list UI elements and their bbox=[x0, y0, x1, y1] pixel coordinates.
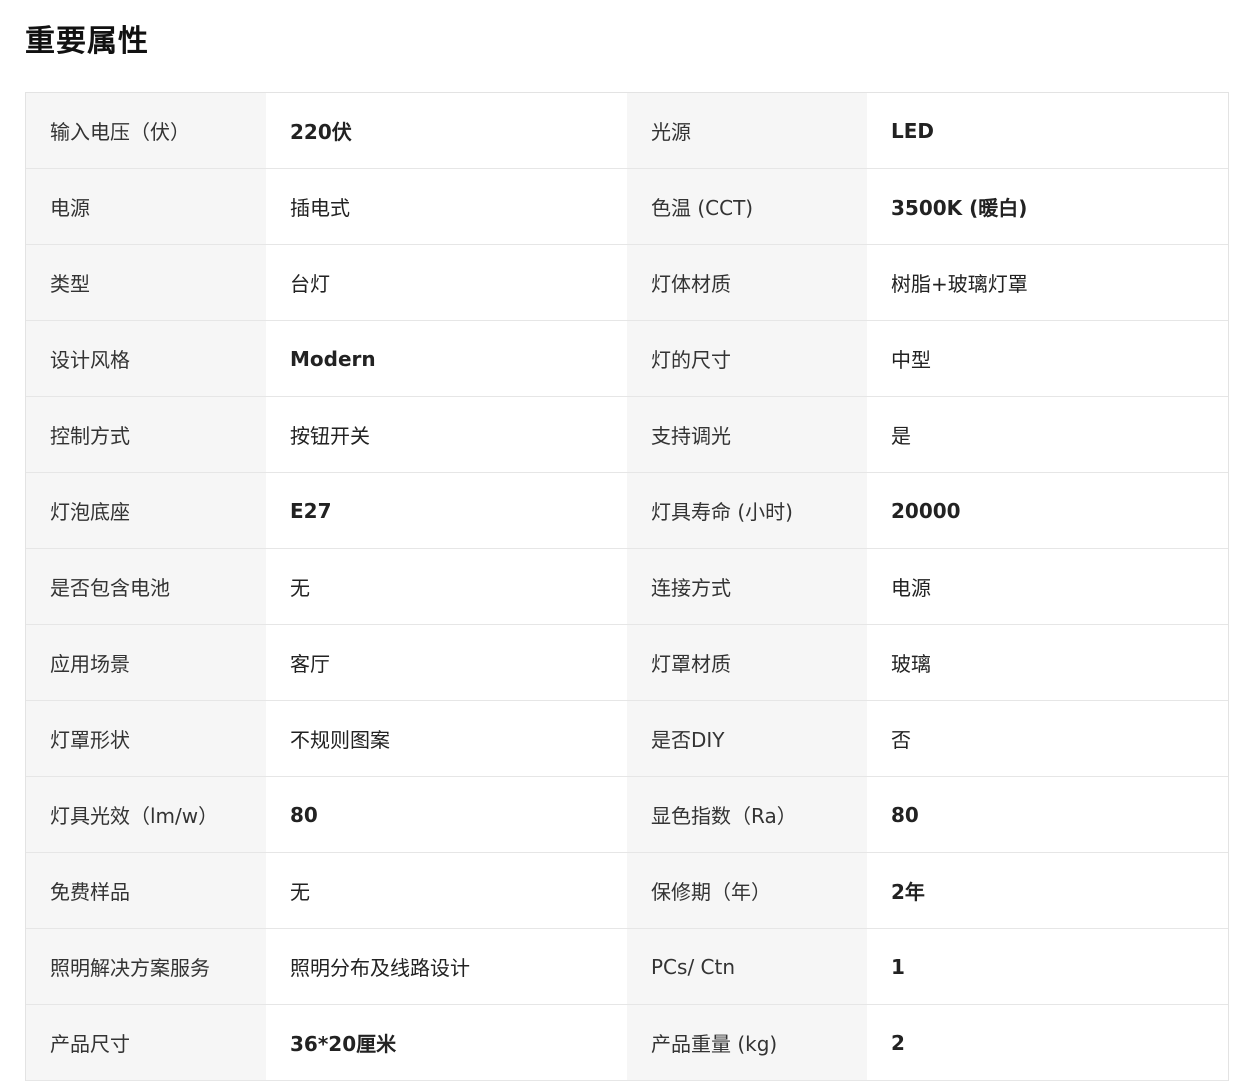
attr-label: 灯泡底座 bbox=[26, 473, 266, 548]
attr-label: 显色指数（Ra） bbox=[627, 777, 867, 852]
attr-value: 20000 bbox=[867, 473, 1228, 548]
attributes-table: 输入电压（伏） 220伏 光源 LED 电源 插电式 色温 (CCT) 3500… bbox=[25, 92, 1229, 1081]
attr-label: 灯体材质 bbox=[627, 245, 867, 320]
attr-label: 免费样品 bbox=[26, 853, 266, 928]
attr-label: 灯具光效（lm/w） bbox=[26, 777, 266, 852]
attr-label: 灯具寿命 (小时) bbox=[627, 473, 867, 548]
attr-value: 是 bbox=[867, 397, 1228, 472]
attr-value: 1 bbox=[867, 929, 1228, 1004]
attr-value: 树脂+玻璃灯罩 bbox=[867, 245, 1228, 320]
table-row: 输入电压（伏） 220伏 光源 LED bbox=[26, 93, 1228, 169]
attr-label: 产品重量 (kg) bbox=[627, 1005, 867, 1080]
table-row: 设计风格 Modern 灯的尺寸 中型 bbox=[26, 321, 1228, 397]
attr-value: 照明分布及线路设计 bbox=[266, 929, 627, 1004]
table-row: 电源 插电式 色温 (CCT) 3500K (暖白) bbox=[26, 169, 1228, 245]
attr-value: 否 bbox=[867, 701, 1228, 776]
attr-value: 客厅 bbox=[266, 625, 627, 700]
attr-label: 灯的尺寸 bbox=[627, 321, 867, 396]
attr-value: 80 bbox=[867, 777, 1228, 852]
attr-value: LED bbox=[867, 93, 1228, 168]
attr-value: 2 bbox=[867, 1005, 1228, 1080]
attr-value: 按钮开关 bbox=[266, 397, 627, 472]
attr-label: 支持调光 bbox=[627, 397, 867, 472]
attr-label: 连接方式 bbox=[627, 549, 867, 624]
attr-value: 玻璃 bbox=[867, 625, 1228, 700]
attr-value: 中型 bbox=[867, 321, 1228, 396]
table-row: 灯泡底座 E27 灯具寿命 (小时) 20000 bbox=[26, 473, 1228, 549]
attr-label: 电源 bbox=[26, 169, 266, 244]
attr-label: 设计风格 bbox=[26, 321, 266, 396]
attr-value: 3500K (暖白) bbox=[867, 169, 1228, 244]
attr-value: E27 bbox=[266, 473, 627, 548]
attr-value: 36*20厘米 bbox=[266, 1005, 627, 1080]
attr-label: 灯罩材质 bbox=[627, 625, 867, 700]
attr-label: 是否包含电池 bbox=[26, 549, 266, 624]
table-row: 应用场景 客厅 灯罩材质 玻璃 bbox=[26, 625, 1228, 701]
attr-label: 产品尺寸 bbox=[26, 1005, 266, 1080]
attr-label: 光源 bbox=[627, 93, 867, 168]
attr-label: 是否DIY bbox=[627, 701, 867, 776]
table-row: 灯罩形状 不规则图案 是否DIY 否 bbox=[26, 701, 1228, 777]
table-row: 产品尺寸 36*20厘米 产品重量 (kg) 2 bbox=[26, 1005, 1228, 1081]
attr-label: 应用场景 bbox=[26, 625, 266, 700]
attr-value: 220伏 bbox=[266, 93, 627, 168]
attr-value: 不规则图案 bbox=[266, 701, 627, 776]
table-row: 类型 台灯 灯体材质 树脂+玻璃灯罩 bbox=[26, 245, 1228, 321]
attr-label: PCs/ Ctn bbox=[627, 929, 867, 1004]
section-title: 重要属性 bbox=[25, 24, 149, 59]
attr-label: 灯罩形状 bbox=[26, 701, 266, 776]
attr-value: 80 bbox=[266, 777, 627, 852]
table-row: 灯具光效（lm/w） 80 显色指数（Ra） 80 bbox=[26, 777, 1228, 853]
attr-label: 色温 (CCT) bbox=[627, 169, 867, 244]
attr-label: 控制方式 bbox=[26, 397, 266, 472]
attr-value: Modern bbox=[266, 321, 627, 396]
table-row: 免费样品 无 保修期（年） 2年 bbox=[26, 853, 1228, 929]
table-row: 是否包含电池 无 连接方式 电源 bbox=[26, 549, 1228, 625]
table-row: 控制方式 按钮开关 支持调光 是 bbox=[26, 397, 1228, 473]
attr-value: 电源 bbox=[867, 549, 1228, 624]
attr-value: 2年 bbox=[867, 853, 1228, 928]
attr-label: 保修期（年） bbox=[627, 853, 867, 928]
attr-label: 照明解决方案服务 bbox=[26, 929, 266, 1004]
table-row: 照明解决方案服务 照明分布及线路设计 PCs/ Ctn 1 bbox=[26, 929, 1228, 1005]
attr-value: 无 bbox=[266, 549, 627, 624]
attr-label: 类型 bbox=[26, 245, 266, 320]
attr-value: 无 bbox=[266, 853, 627, 928]
attr-value: 台灯 bbox=[266, 245, 627, 320]
attr-label: 输入电压（伏） bbox=[26, 93, 266, 168]
attr-value: 插电式 bbox=[266, 169, 627, 244]
product-attributes-page: 重要属性 输入电压（伏） 220伏 光源 LED 电源 插电式 色温 (CCT)… bbox=[0, 0, 1248, 1084]
